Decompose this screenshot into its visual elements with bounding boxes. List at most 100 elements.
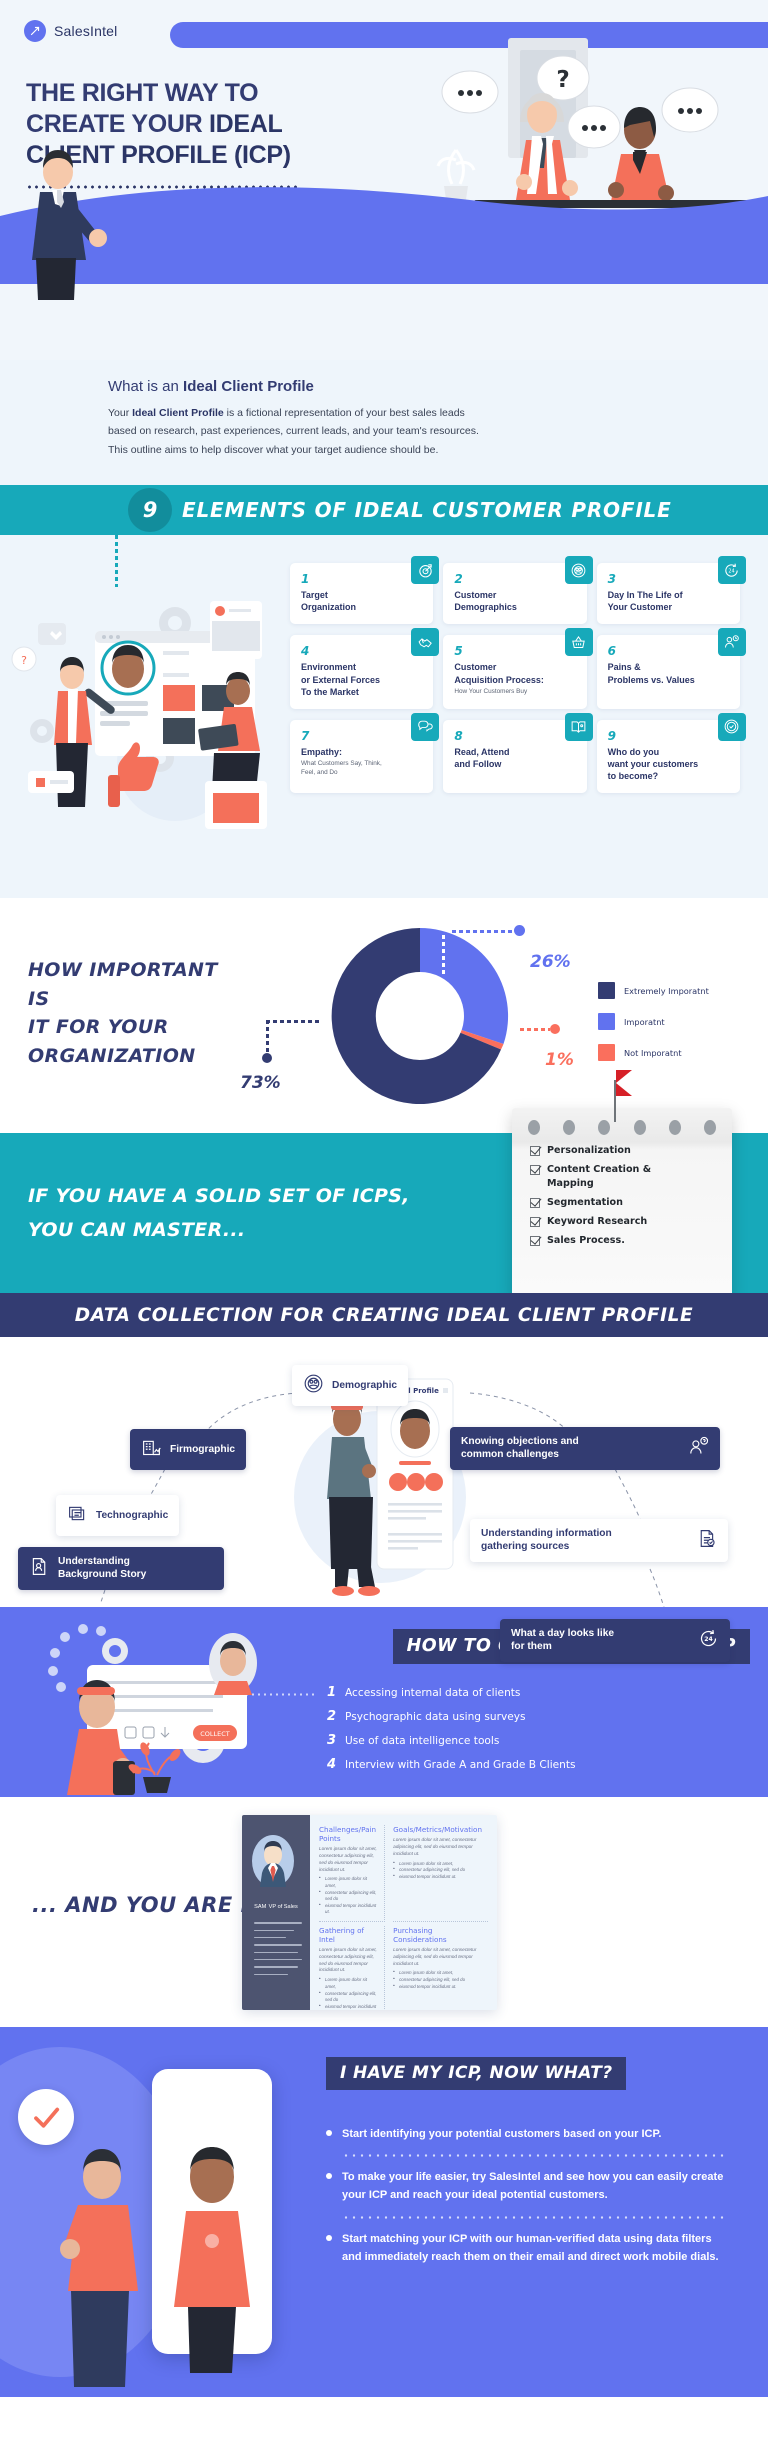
element-label: Empathy:	[301, 746, 343, 757]
checklist-item[interactable]: Personalization	[530, 1144, 722, 1158]
persona-bullet: eiusmod tempor incididunt ut.	[319, 2003, 378, 2010]
diagram-node-background-story[interactable]: Understanding Background Story	[18, 1547, 224, 1590]
collect-step-label: Accessing internal data of clients	[345, 1686, 521, 1699]
leader-dot-73	[262, 1053, 272, 1064]
legend-swatch	[598, 1044, 615, 1062]
checkbox-checked-icon	[530, 1165, 540, 1176]
collect-step-number: 4	[326, 1757, 336, 1773]
element-card[interactable]: 2 Customer Demographics	[443, 556, 593, 625]
hero-title-line2-bold: IDEAL	[209, 109, 283, 138]
element-card[interactable]: 4 Environment or External Forces To the …	[290, 628, 440, 709]
checklist-item[interactable]: Sales Process.	[530, 1234, 722, 1248]
what-is-icp-section: What is an Ideal Client Profile Your Ide…	[0, 360, 768, 486]
element-card[interactable]: 8 Read, Attend and Follow	[443, 712, 593, 794]
checklist-label: Keyword Research	[547, 1215, 648, 1227]
clock-24-icon: 24	[717, 556, 746, 585]
diagram-node-label: Technographic	[96, 1510, 169, 1522]
book-icon	[564, 712, 593, 741]
chart-building-icon	[141, 1437, 162, 1462]
what-is-heading-bold: Ideal Client Profile	[183, 378, 314, 395]
persona-quadrant-heading: Goals/Metrics/Motivation	[393, 1825, 482, 1835]
person-clock-icon	[717, 628, 746, 657]
leader-dot-1	[550, 1024, 560, 1035]
checkbox-checked-icon	[530, 1216, 540, 1227]
chart-label-1: 1%	[545, 1050, 574, 1071]
cta-item: To make your life easier, try SalesIntel…	[326, 2168, 726, 2204]
cta-divider	[342, 2215, 726, 2219]
diagram-node-gathering-sources[interactable]: Understanding information gathering sour…	[470, 1519, 728, 1562]
demographics-icon	[564, 556, 593, 585]
persona-card: SAM VP of Sales Challenges/Pain Points L…	[242, 1815, 497, 2011]
cta-item-text-a: To make your life easier, try	[342, 2171, 490, 2184]
element-label: Pains & Problems vs. Values	[607, 662, 695, 685]
element-label: Who do you want your customers to become…	[607, 746, 699, 782]
persona-bullet: Lorem ipsum dolor sit amet,	[319, 1875, 378, 1889]
infographic-page: SalesIntel THE RIGHT WAY TO CREATE YOUR …	[0, 0, 768, 2398]
chart-legend: Extremely Imporatnt Imporatnt Not Impora…	[598, 982, 748, 1075]
svg-text:?: ?	[21, 654, 27, 667]
elements-banner: 9 ELEMENTS OF IDEAL CUSTOMER PROFILE	[0, 485, 768, 542]
cta-illustration	[60, 2147, 250, 2388]
checkbox-checked-icon	[530, 1235, 540, 1246]
data-collection-diagram: Demographic Firmographic Knowing objecti…	[0, 1337, 768, 1662]
svg-text:24: 24	[704, 1636, 713, 1643]
fingerprint-people-icon	[303, 1373, 324, 1398]
persona-name-text: SAM	[254, 1904, 267, 1911]
element-card[interactable]: 5 Customer Acquisition Process: How Your…	[443, 628, 593, 709]
element-number: 1	[301, 572, 310, 587]
diagram-node-objections[interactable]: Knowing objections and common challenges	[450, 1427, 720, 1470]
persona-quadrant-body: Lorem ipsum dolor sit amet, consectetur …	[393, 1837, 477, 1856]
collect-step-number: 1	[326, 1685, 336, 1701]
cta-item: Start identifying your potential custome…	[326, 2125, 726, 2143]
elements-section: ? 1 Target Organization 2 Customer Demog…	[0, 535, 768, 899]
cta-item-text: To make your life easier, try SalesIntel…	[342, 2168, 726, 2204]
devices-icon	[67, 1503, 88, 1528]
what-is-body-b: Ideal Client Profile	[132, 407, 224, 419]
persona-research-illustration: ?	[0, 563, 290, 864]
persona-quadrant: Goals/Metrics/Motivation Lorem ipsum dol…	[393, 1825, 488, 1923]
collect-step-number: 3	[326, 1733, 336, 1749]
notepad-holes	[528, 1120, 716, 1136]
chart-title: HOW IMPORTANT IS IT FOR YOUR ORGANIZATIO…	[28, 956, 243, 1070]
checkbox-checked-icon	[530, 1197, 540, 1208]
persona-role-text: VP of Sales	[268, 1904, 298, 1911]
element-number: 8	[454, 728, 463, 743]
checklist-item[interactable]: Keyword Research	[530, 1215, 722, 1229]
element-label: Environment or External Forces To the Ma…	[301, 662, 381, 697]
collect-step-label: Interview with Grade A and Grade B Clien…	[345, 1758, 576, 1771]
persona-bullet: consectetur adipiscing elit, sed do	[393, 1866, 482, 1874]
diagram-node-demographic[interactable]: Demographic	[292, 1365, 409, 1407]
checklist-item[interactable]: Content Creation & Mapping	[530, 1163, 722, 1191]
element-card[interactable]: 3 Day In The Life of Your Customer 24	[596, 556, 746, 625]
leader-line-26-vertical	[442, 935, 445, 978]
diagram-node-label: Understanding information gathering sour…	[481, 1528, 612, 1553]
element-card[interactable]: 1 Target Organization	[290, 556, 440, 625]
brand-logo[interactable]: SalesIntel	[24, 20, 117, 42]
leader-line-1	[520, 1028, 550, 1032]
element-card[interactable]: 7 Empathy: What Customers Say, Think, Fe…	[290, 712, 440, 794]
bullet-icon	[326, 2173, 332, 2180]
checklist-item[interactable]: Segmentation	[530, 1196, 722, 1210]
element-card[interactable]: 6 Pains & Problems vs. Values	[596, 628, 746, 709]
master-heading-line1: IF YOU HAVE A SOLID SET OF ICPS,	[28, 1185, 410, 1208]
legend-label: Imporatnt	[624, 1016, 665, 1027]
document-person-icon	[29, 1556, 50, 1581]
target-icon	[411, 556, 440, 585]
element-card[interactable]: 9 Who do you want your customers to beco…	[596, 712, 746, 794]
person-question-icon	[688, 1436, 709, 1461]
leader-line-73	[266, 1020, 322, 1024]
cta-title: I HAVE MY ICP, NOW WHAT?	[326, 2057, 627, 2091]
checklist-label: Sales Process.	[547, 1234, 625, 1246]
persona-quadrants: Challenges/Pain Points Lorem ipsum dolor…	[310, 1815, 497, 2011]
persona-quadrant: Gathering of Intel Lorem ipsum dolor sit…	[319, 1926, 386, 2011]
diagram-node-technographic[interactable]: Technographic	[56, 1495, 180, 1537]
diagram-node-day-looks-like[interactable]: What a day looks like for them 24	[500, 1619, 730, 1662]
what-is-heading-plain: What is an	[108, 378, 184, 395]
persona-bullet: Lorem ipsum dolor sit amet,	[393, 1860, 482, 1868]
collect-steps-list: 1 Accessing internal data of clients 2 P…	[208, 1685, 576, 1781]
handshake-icon	[411, 628, 440, 657]
document-check-icon	[696, 1528, 717, 1553]
diagram-node-firmographic[interactable]: Firmographic	[130, 1429, 247, 1471]
checklist-notepad: Personalization Content Creation & Mappi…	[512, 1070, 732, 1299]
element-number: 5	[454, 644, 463, 659]
